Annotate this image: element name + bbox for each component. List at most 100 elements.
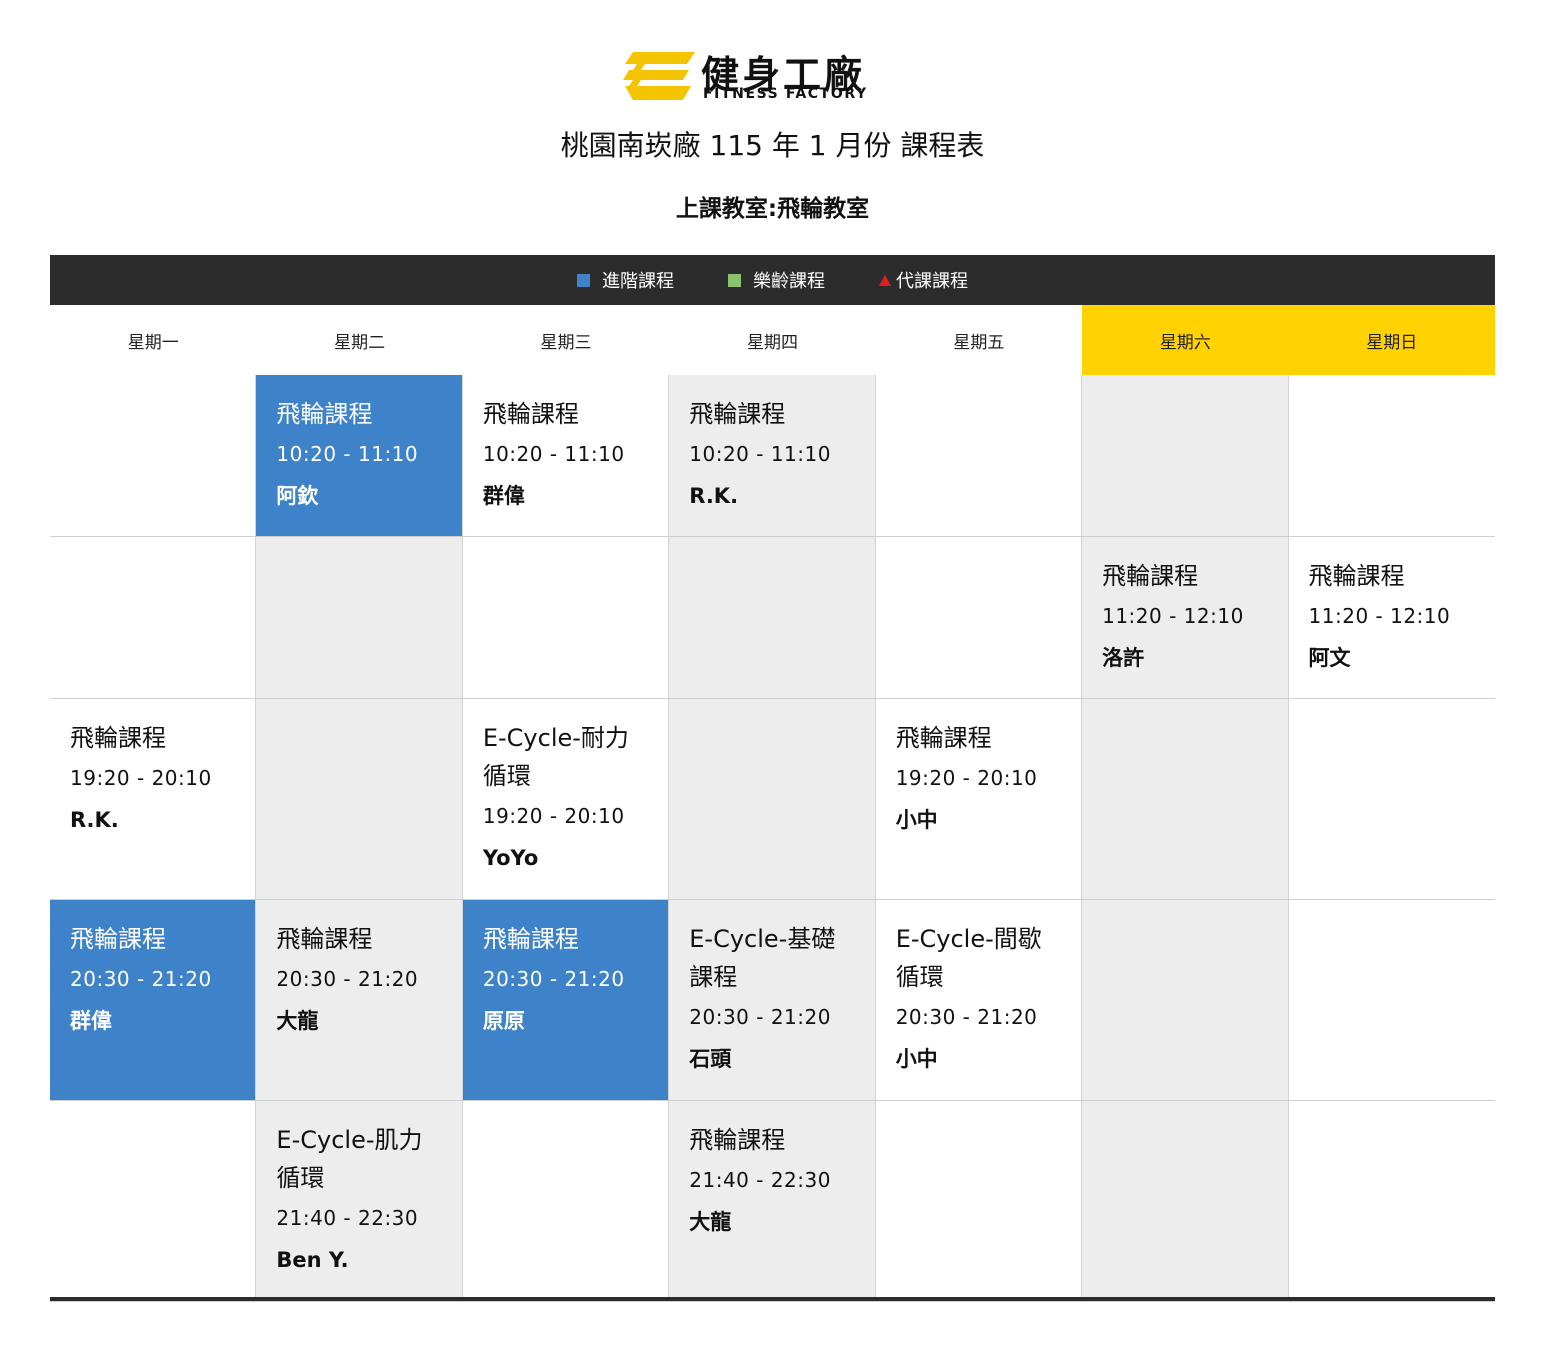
class-time: 20:30 - 21:20 xyxy=(482,967,625,991)
day-sunday: 星期日 xyxy=(1288,305,1495,375)
class-cell: E-Cycle-基礎課程 20:30 - 21:20 石頭 xyxy=(669,900,876,1100)
empty-cell xyxy=(875,537,1083,698)
class-time: 20:30 - 21:20 xyxy=(895,1005,1038,1029)
day-tuesday: 星期二 xyxy=(334,332,386,353)
class-cell: 飛輪課程 10:20 - 11:10 阿欽 xyxy=(256,375,463,536)
legend-senior: 樂齡課程 xyxy=(728,267,825,293)
green-square-icon xyxy=(728,273,741,287)
class-time: 20:30 - 21:20 xyxy=(276,967,419,991)
class-instructor: 洛許 xyxy=(1102,646,1145,670)
weekday-header: 星期一 星期二 星期三 星期四 星期五 星期六 星期日 xyxy=(50,305,1495,376)
class-cell: 飛輪課程 19:20 - 20:10 小中 xyxy=(875,699,1083,899)
blue-square-icon xyxy=(577,273,590,287)
class-instructor: 大龍 xyxy=(276,1009,319,1033)
empty-cell xyxy=(1288,900,1495,1100)
empty-cell xyxy=(256,699,463,899)
class-name: 飛輪課程 xyxy=(895,724,992,752)
class-instructor: R.K. xyxy=(689,484,739,508)
class-time: 20:30 - 21:20 xyxy=(689,1005,831,1029)
classroom-label: 上課教室:飛輪教室 xyxy=(675,196,870,222)
empty-cell xyxy=(50,375,257,536)
day-saturday: 星期六 xyxy=(1082,305,1289,375)
empty-cell xyxy=(875,1101,1083,1301)
empty-cell xyxy=(1082,699,1289,899)
empty-cell xyxy=(669,699,876,899)
class-time: 21:40 - 22:30 xyxy=(276,1206,419,1230)
class-name: 飛輪課程 xyxy=(1102,562,1199,590)
empty-cell xyxy=(1288,375,1495,536)
class-name: 飛輪課程 xyxy=(276,925,373,953)
class-name: 飛輪課程 xyxy=(482,925,579,953)
schedule-row: 飛輪課程 11:20 - 12:10 洛許 飛輪課程 11:20 - 12:10 阿文 xyxy=(50,537,1495,699)
class-time: 19:20 - 20:10 xyxy=(482,804,625,828)
class-time: 19:20 - 20:10 xyxy=(70,766,212,790)
class-cell: 飛輪課程 20:30 - 21:20 群偉 xyxy=(50,900,257,1100)
day-monday: 星期一 xyxy=(127,332,179,353)
brand-logo: 健身工廠 FITNESS FACTORY xyxy=(623,46,923,104)
legend-advanced: 進階課程 xyxy=(577,267,674,293)
day-wednesday: 星期三 xyxy=(540,332,592,353)
class-cell: 飛輪課程 10:20 - 11:10 R.K. xyxy=(669,375,876,536)
ff-logo-icon xyxy=(623,52,695,100)
empty-cell xyxy=(50,1101,257,1301)
empty-cell xyxy=(462,537,670,698)
empty-cell xyxy=(1288,699,1495,899)
legend-substitute: 代課課程 xyxy=(879,267,968,293)
legend-label: 樂齡課程 xyxy=(753,271,825,292)
empty-cell xyxy=(1082,1101,1289,1301)
class-instructor: 阿文 xyxy=(1308,646,1351,670)
class-name: 飛輪課程 xyxy=(482,400,579,428)
class-cell: 飛輪課程 19:20 - 20:10 R.K. xyxy=(50,699,257,899)
class-name: E-Cycle-間歇循環 xyxy=(895,925,1042,991)
class-cell: E-Cycle-肌力循環 21:40 - 22:30 Ben Y. xyxy=(256,1101,463,1301)
red-triangle-icon xyxy=(879,274,891,286)
class-cell: E-Cycle-間歇循環 20:30 - 21:20 小中 xyxy=(875,900,1083,1100)
class-cell: 飛輪課程 11:20 - 12:10 阿文 xyxy=(1288,537,1495,698)
class-name: 飛輪課程 xyxy=(689,1126,786,1154)
legend-bar: 進階課程 樂齡課程 代課課程 xyxy=(50,255,1495,305)
empty-cell xyxy=(1288,1101,1495,1301)
class-cell: 飛輪課程 10:20 - 11:10 群偉 xyxy=(462,375,670,536)
schedule-row: 飛輪課程 20:30 - 21:20 群偉 飛輪課程 20:30 - 21:20 大龍 飛輪… xyxy=(50,900,1495,1101)
class-instructor: 原原 xyxy=(482,1009,525,1033)
class-time: 20:30 - 21:20 xyxy=(70,967,212,991)
schedule-row: 飛輪課程 19:20 - 20:10 R.K. E-Cycle-耐力循環 19:20 -… xyxy=(50,699,1495,900)
class-cell: 飛輪課程 20:30 - 21:20 原原 xyxy=(462,900,670,1100)
class-time: 11:20 - 12:10 xyxy=(1308,604,1451,628)
legend-label: 進階課程 xyxy=(602,271,674,292)
class-time: 11:20 - 12:10 xyxy=(1102,604,1244,628)
class-time: 10:20 - 11:10 xyxy=(276,442,419,466)
empty-cell xyxy=(1082,900,1289,1100)
class-name: E-Cycle-耐力循環 xyxy=(482,724,629,790)
schedule-row: 飛輪課程 10:20 - 11:10 阿欽 飛輪課程 10:20 - 11:10 群偉 飛輪… xyxy=(50,375,1495,537)
empty-cell xyxy=(462,1101,670,1301)
empty-cell xyxy=(1082,375,1289,536)
page-title: 桃園南崁廠 115 年 1 月份 課程表 xyxy=(560,129,985,162)
class-time: 19:20 - 20:10 xyxy=(895,766,1038,790)
class-cell: 飛輪課程 21:40 - 22:30 大龍 xyxy=(669,1101,876,1301)
class-name: 飛輪課程 xyxy=(276,400,373,428)
schedule-row: E-Cycle-肌力循環 21:40 - 22:30 Ben Y. 飛輪課程 21:40… xyxy=(50,1101,1495,1302)
class-name: 飛輪課程 xyxy=(1308,562,1405,590)
class-name: E-Cycle-基礎課程 xyxy=(689,925,836,991)
brand-name-en: FITNESS FACTORY xyxy=(703,86,868,102)
empty-cell xyxy=(669,537,876,698)
class-name: 飛輪課程 xyxy=(70,925,166,953)
class-time: 21:40 - 22:30 xyxy=(689,1168,831,1192)
class-name: E-Cycle-肌力循環 xyxy=(276,1126,423,1192)
class-instructor: Ben Y. xyxy=(276,1248,349,1272)
class-name: 飛輪課程 xyxy=(70,724,166,752)
schedule-grid: 飛輪課程 10:20 - 11:10 阿欽 飛輪課程 10:20 - 11:10 群偉 飛輪… xyxy=(50,375,1495,1302)
class-cell: E-Cycle-耐力循環 19:20 - 20:10 YoYo xyxy=(462,699,670,899)
legend-label: 代課課程 xyxy=(896,271,968,292)
class-cell: 飛輪課程 20:30 - 21:20 大龍 xyxy=(256,900,463,1100)
class-instructor: 小中 xyxy=(895,808,938,832)
empty-cell xyxy=(875,375,1083,536)
empty-cell xyxy=(50,537,257,698)
class-instructor: 群偉 xyxy=(70,1009,112,1033)
class-instructor: 小中 xyxy=(895,1047,938,1071)
class-cell: 飛輪課程 11:20 - 12:10 洛許 xyxy=(1082,537,1289,698)
empty-cell xyxy=(256,537,463,698)
class-instructor: YoYo xyxy=(482,846,539,870)
class-name: 飛輪課程 xyxy=(689,400,786,428)
